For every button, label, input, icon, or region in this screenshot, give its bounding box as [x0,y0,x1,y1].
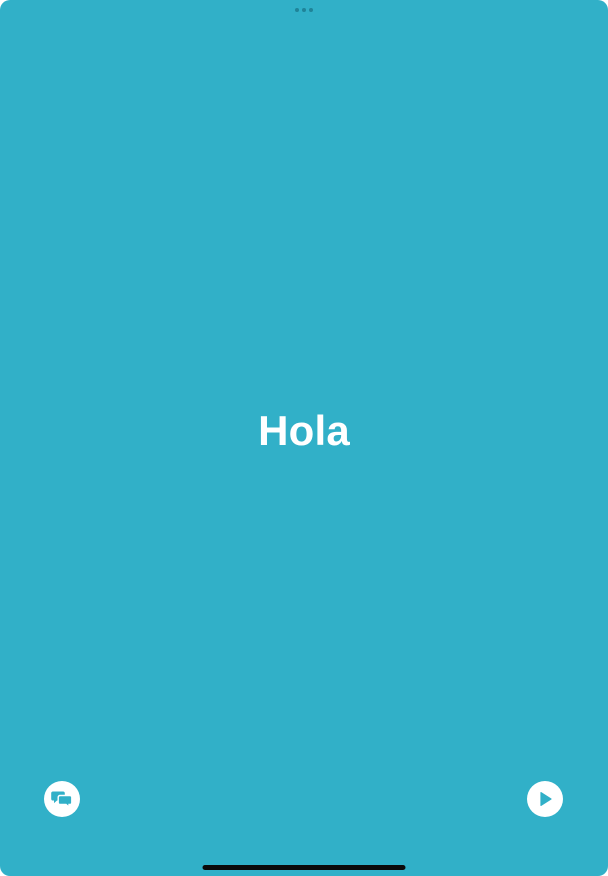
translated-phrase: Hola [258,407,350,454]
home-indicator[interactable] [202,865,406,870]
multitasking-menu-button[interactable] [291,6,317,14]
ellipsis-icon-dot [309,8,313,12]
speech-bubbles-icon [51,791,73,809]
conversation-button[interactable] [44,781,80,817]
play-icon [540,792,552,806]
ellipsis-icon-dot [302,8,306,12]
play-button[interactable] [527,781,563,817]
ellipsis-icon-dot [295,8,299,12]
translation-card: Hola [0,0,608,876]
